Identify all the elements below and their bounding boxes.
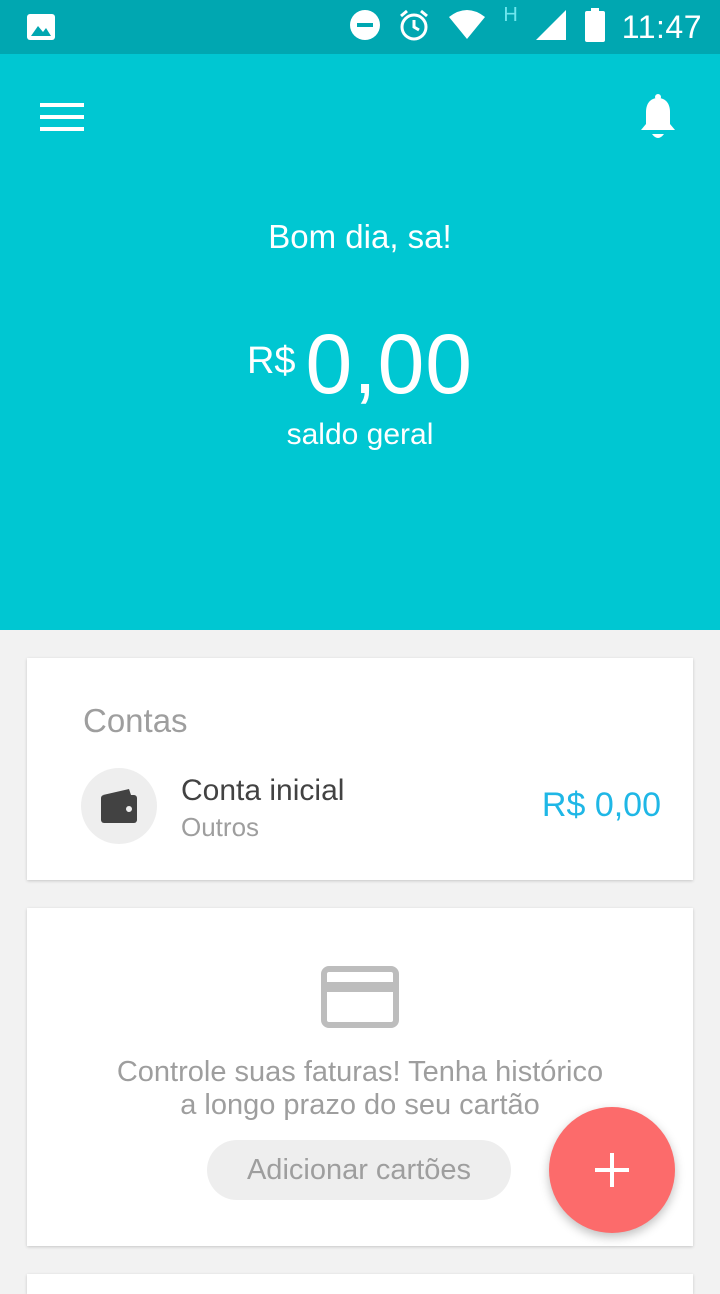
balance-label: saldo geral	[286, 418, 434, 451]
bell-icon[interactable]	[638, 94, 678, 142]
alarm-icon	[397, 8, 431, 47]
accounts-card: Contas Conta inicial Outros R$ 0,00	[27, 658, 693, 880]
menu-icon[interactable]	[40, 100, 84, 134]
account-type: Outros	[181, 812, 260, 842]
signal-icon	[534, 8, 568, 47]
image-notification-icon	[26, 12, 56, 47]
credit-card-icon	[321, 966, 399, 1033]
balance-currency: R$	[246, 340, 296, 382]
do-not-disturb-icon	[349, 9, 381, 46]
accounts-title: Contas	[83, 702, 188, 739]
network-type-label: H	[503, 3, 518, 26]
wifi-icon	[447, 9, 487, 46]
status-time: 11:47	[621, 8, 702, 45]
account-name: Conta inicial	[181, 774, 345, 807]
add-fab-button[interactable]	[549, 1107, 675, 1233]
status-bar: H 11:47	[0, 0, 720, 54]
account-row[interactable]: Conta inicial Outros R$ 0,00	[81, 768, 661, 844]
cards-message-line1: Controle suas faturas! Tenha histórico	[116, 1056, 604, 1088]
account-balance: R$ 0,00	[541, 786, 661, 824]
wallet-icon	[81, 768, 157, 844]
battery-icon	[584, 7, 606, 47]
greeting-text: Bom dia, sa!	[268, 218, 452, 255]
plus-icon	[595, 1153, 629, 1187]
balance-header: Bom dia, sa! R$ 0,00 saldo geral	[0, 54, 720, 630]
total-balance: R$ 0,00	[0, 316, 720, 413]
next-card-peek	[27, 1274, 693, 1294]
balance-amount: 0,00	[305, 317, 474, 411]
add-cards-button[interactable]: Adicionar cartões	[207, 1140, 511, 1200]
